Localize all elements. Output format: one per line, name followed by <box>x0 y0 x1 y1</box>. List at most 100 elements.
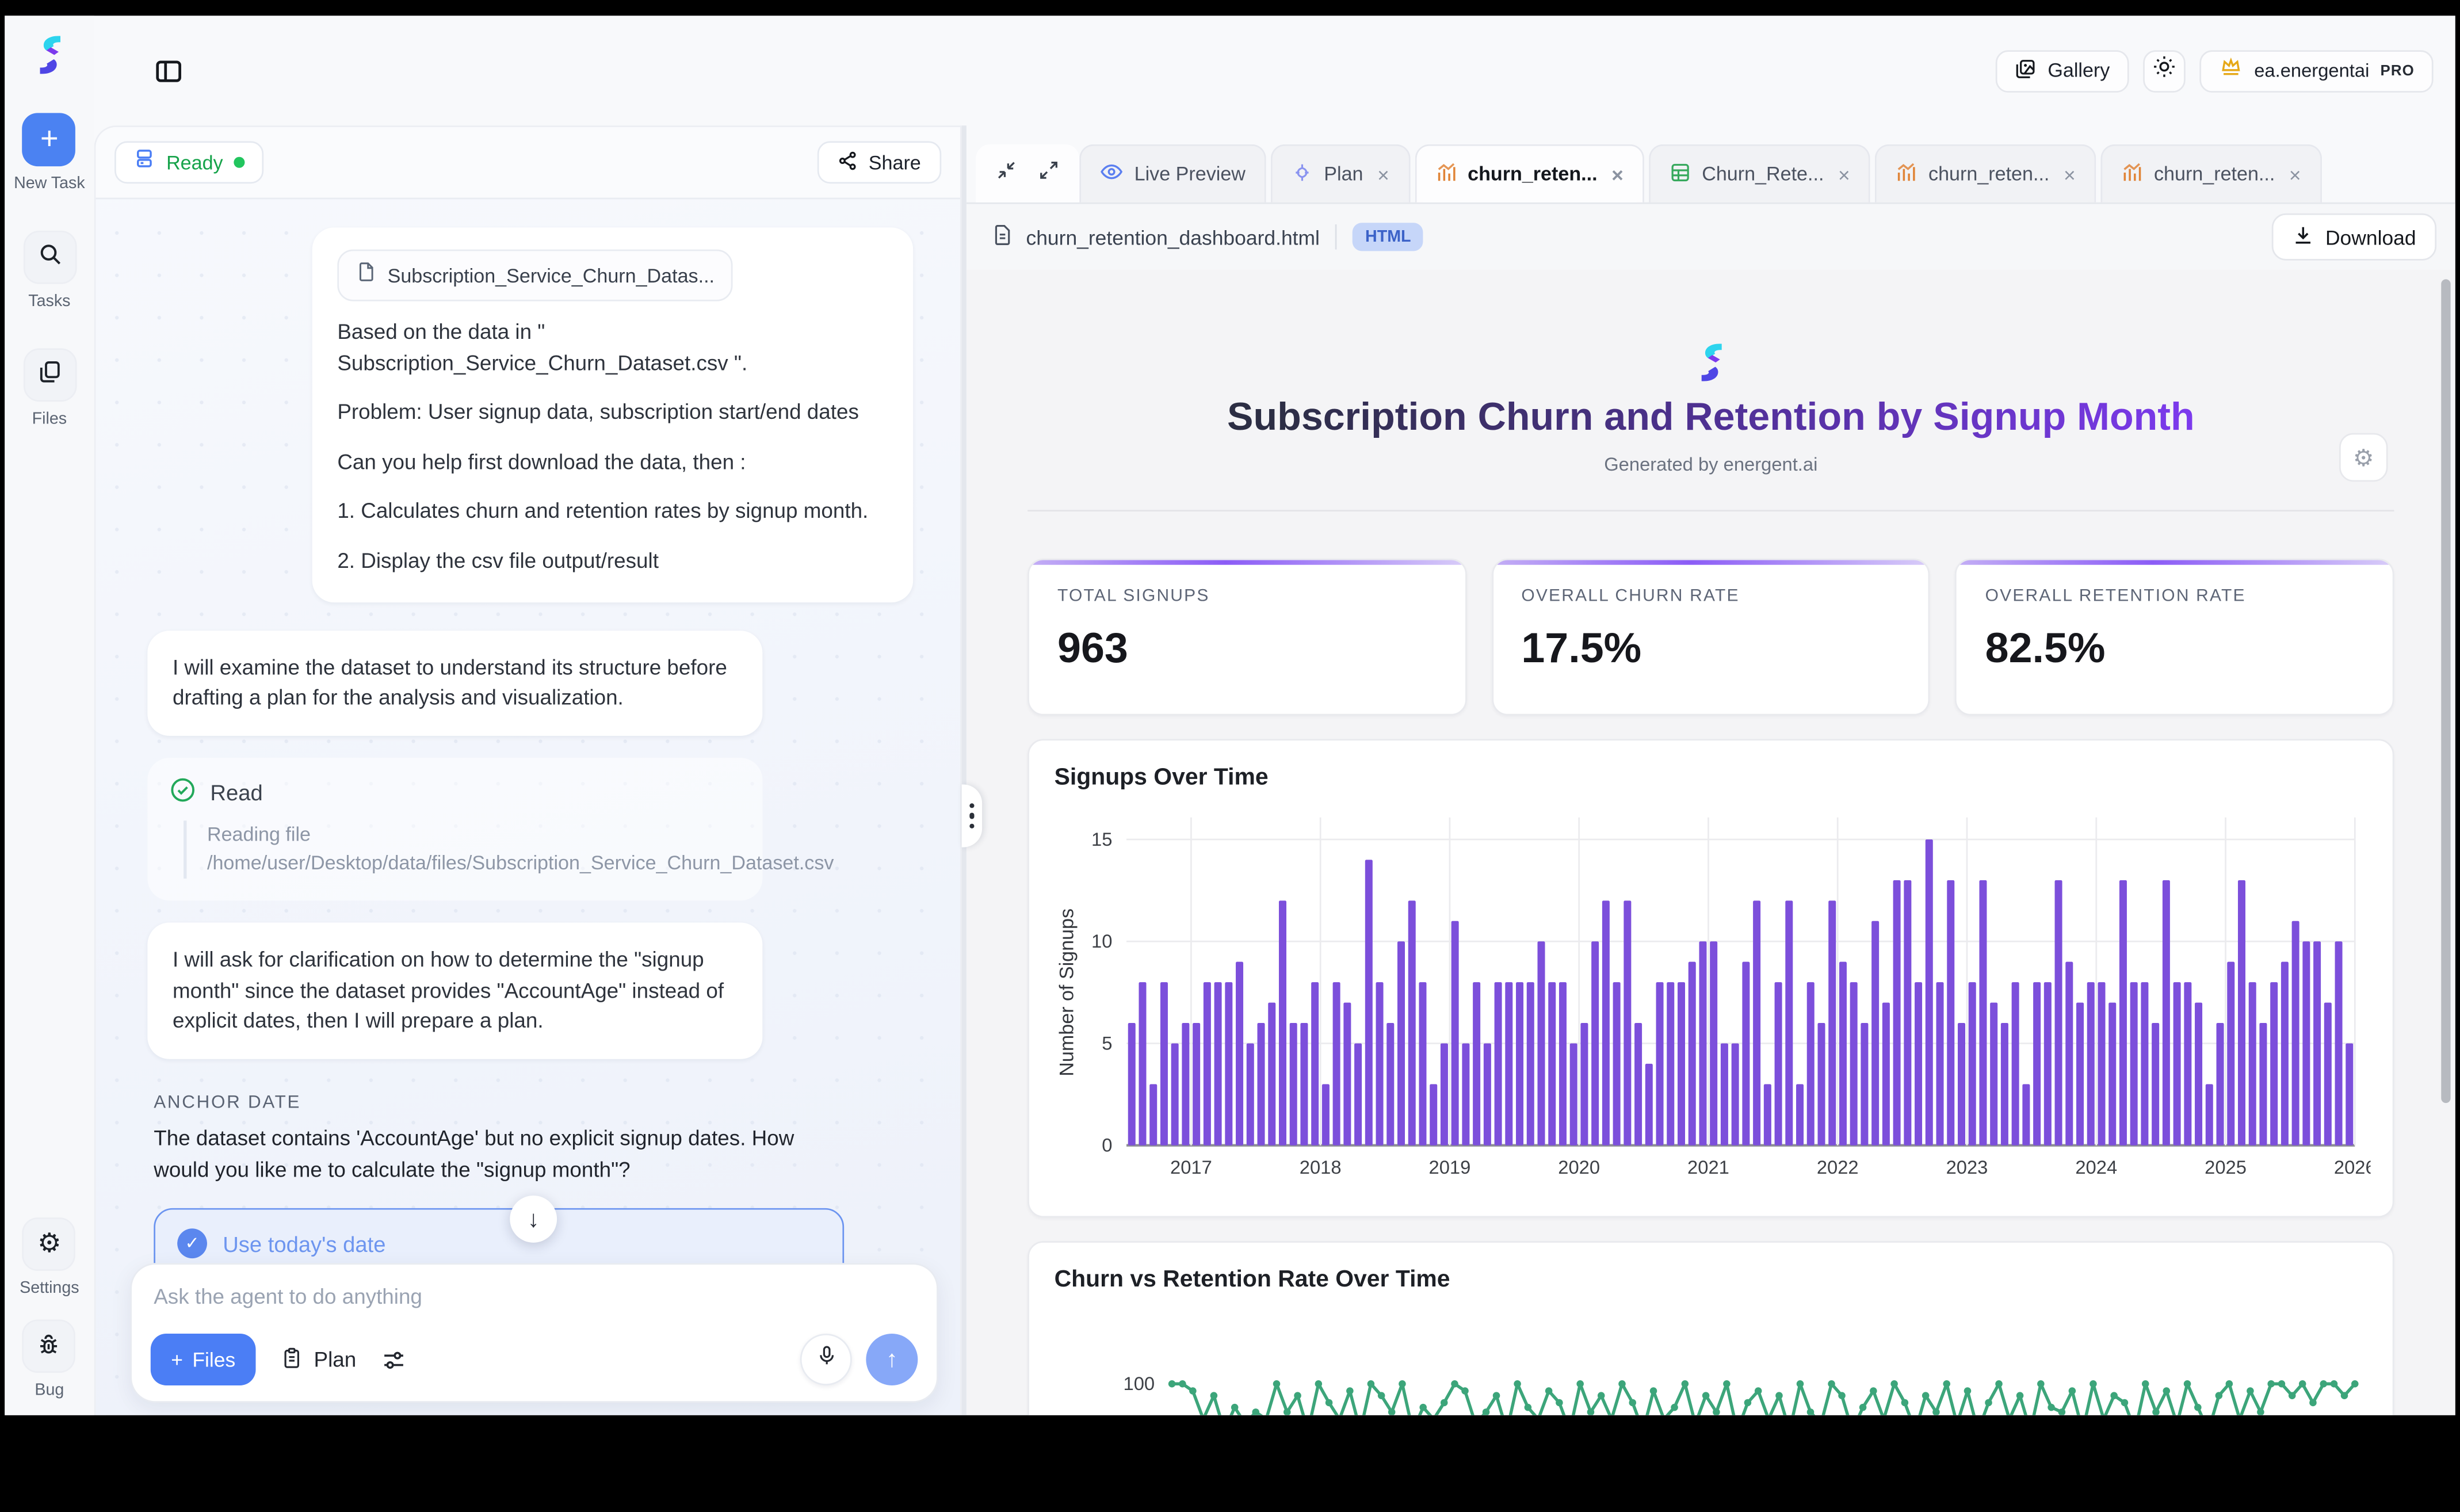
expand-icon[interactable] <box>1038 159 1059 188</box>
tab-label: churn_reten... <box>1928 163 2049 185</box>
copy-files-icon <box>37 358 62 391</box>
tasks-button[interactable] <box>23 231 77 284</box>
sidebar-item-bug[interactable]: Bug <box>22 1319 76 1399</box>
anchor-date-question: The dataset contains 'AccountAge' but no… <box>154 1123 828 1186</box>
user-message-line: Problem: User signup data, subscription … <box>337 398 888 428</box>
tab-plan[interactable]: Plan × <box>1271 144 1410 203</box>
close-icon[interactable]: × <box>2064 162 2076 186</box>
churn-retention-line-chart: 10080 <box>1055 1334 2371 1415</box>
microphone-button[interactable] <box>800 1334 852 1385</box>
plus-icon: + <box>171 1348 183 1372</box>
anchor-date-section: ANCHOR DATE The dataset contains 'Accoun… <box>154 1093 844 1263</box>
close-icon[interactable]: × <box>1838 162 1850 186</box>
sidebar-item-new-task[interactable]: + New Task <box>14 113 85 193</box>
sidebar-item-settings[interactable]: ⚙ Settings <box>20 1217 79 1297</box>
file-icon <box>356 261 376 291</box>
tab-churn-retention-2[interactable]: churn_reten... × <box>1875 144 2096 203</box>
new-task-button[interactable]: + <box>22 113 76 166</box>
signups-bar-chart: 0510152017201820192020202120222023202420… <box>1055 797 2371 1192</box>
svg-text:15: 15 <box>1091 828 1112 850</box>
svg-text:100: 100 <box>1124 1373 1155 1394</box>
tab-label: Live Preview <box>1134 163 1246 185</box>
tab-live-preview[interactable]: Live Preview <box>1079 144 1266 203</box>
close-icon[interactable]: × <box>2289 162 2301 186</box>
tab-churn-retention-html[interactable]: churn_reten... × <box>1414 144 1644 203</box>
panel-divider[interactable] <box>962 125 967 1415</box>
anchor-option-today[interactable]: ✓ Use today's date Calculate signup mont… <box>154 1209 844 1263</box>
files-button[interactable] <box>23 348 77 402</box>
collapse-icon[interactable] <box>996 159 1017 188</box>
dashboard-logo-icon <box>1694 342 1728 383</box>
chat-message-list[interactable]: Subscription_Service_Churn_Datas... Base… <box>96 199 960 1263</box>
sidebar-toggle-icon[interactable] <box>147 50 188 91</box>
plan-mode-button[interactable]: Plan <box>272 1334 366 1385</box>
account-name: ea.energentai <box>2254 60 2369 82</box>
gallery-label: Gallery <box>2048 60 2110 82</box>
share-label: Share <box>869 151 921 173</box>
panel-resize-handle[interactable] <box>962 785 982 847</box>
user-message: Subscription_Service_Churn_Datas... Base… <box>312 227 913 601</box>
attached-file-chip[interactable]: Subscription_Service_Churn_Datas... <box>337 250 733 301</box>
gallery-button[interactable]: Gallery <box>1996 49 2129 92</box>
tool-call-card[interactable]: Read Reading file /home/user/Desktop/dat… <box>147 757 762 901</box>
close-icon[interactable]: × <box>1611 162 1624 186</box>
download-button[interactable]: Download <box>2272 213 2436 261</box>
theme-toggle-button[interactable] <box>2143 49 2186 92</box>
screen: + New Task Tasks Files ⚙ <box>0 0 2460 1512</box>
sun-icon <box>2152 55 2176 86</box>
status-dot <box>234 157 245 168</box>
chat-input[interactable]: Ask the agent to do anything + Files Pla… <box>130 1263 938 1403</box>
sidebar-item-files[interactable]: Files <box>23 348 77 428</box>
preview-scrollbar[interactable] <box>2441 279 2450 1103</box>
separator <box>1335 224 1337 250</box>
dashboard-settings-button[interactable]: ⚙ <box>2339 433 2388 482</box>
agent-status-badge[interactable]: Ready <box>114 141 263 184</box>
radio-checked-icon: ✓ <box>177 1229 207 1259</box>
dashboard-title: Subscription Churn and Retention by Sign… <box>1027 395 2394 441</box>
svg-text:2023: 2023 <box>1946 1156 1988 1178</box>
send-button[interactable]: ↑ <box>866 1334 918 1385</box>
tab-churn-retention-3[interactable]: churn_reten... × <box>2100 144 2321 203</box>
kpi-label: OVERALL RETENTION RATE <box>1985 587 2364 606</box>
scroll-to-bottom-button[interactable]: ↓ <box>510 1196 557 1243</box>
settings-button[interactable]: ⚙ <box>22 1217 76 1271</box>
kpi-value: 82.5% <box>1985 624 2364 673</box>
add-files-button[interactable]: + Files <box>151 1334 256 1385</box>
svg-text:2019: 2019 <box>1429 1156 1471 1178</box>
kpi-retention-rate: OVERALL RETENTION RATE 82.5% <box>1955 559 2394 716</box>
account-button[interactable]: ea.energentai PRO <box>2199 49 2434 92</box>
kpi-label: TOTAL SIGNUPS <box>1057 587 1437 606</box>
attached-file-name: Subscription_Service_Churn_Datas... <box>388 261 715 289</box>
preferences-sliders-icon[interactable] <box>381 1347 407 1372</box>
kpi-churn-rate: OVERALL CHURN RATE 17.5% <box>1492 559 1931 716</box>
sidebar-item-label: New Task <box>14 174 85 193</box>
bug-icon[interactable] <box>22 1319 76 1373</box>
kpi-label: OVERALL CHURN RATE <box>1521 587 1900 606</box>
clipboard-icon <box>281 1345 303 1373</box>
crown-icon <box>2218 55 2243 86</box>
left-rail: + New Task Tasks Files ⚙ <box>5 16 94 1415</box>
svg-text:2020: 2020 <box>1558 1156 1600 1178</box>
svg-text:2025: 2025 <box>2205 1156 2247 1178</box>
status-label: Ready <box>166 151 223 173</box>
sidebar-item-label: Tasks <box>28 292 70 311</box>
svg-text:2021: 2021 <box>1687 1156 1729 1178</box>
arrow-down-icon: ↓ <box>528 1206 539 1232</box>
download-icon <box>2293 224 2314 250</box>
svg-text:2024: 2024 <box>2075 1156 2117 1178</box>
tool-name: Read <box>210 779 262 804</box>
sidebar-item-tasks[interactable]: Tasks <box>23 231 77 311</box>
file-name-text: churn_retention_dashboard.html <box>1026 225 1319 249</box>
microphone-icon <box>815 1345 837 1374</box>
computer-icon <box>133 147 155 177</box>
close-icon[interactable]: × <box>1377 162 1389 186</box>
share-button[interactable]: Share <box>817 141 941 184</box>
churn-retention-chart-card: Churn vs Retention Rate Over Time 10080 <box>1027 1241 2394 1415</box>
svg-text:10: 10 <box>1091 930 1112 952</box>
topbar: Gallery ea.energentai PRO <box>94 16 2455 125</box>
html-preview-viewport[interactable]: ⚙ Subscription Churn and Retention by Si… <box>967 270 2455 1415</box>
tab-churn-retention-csv[interactable]: Churn_Rete... × <box>1648 144 1870 203</box>
spreadsheet-file-icon <box>1669 161 1691 188</box>
option-title: Use today's date <box>223 1231 385 1257</box>
sidebar-item-label: Settings <box>20 1279 79 1298</box>
